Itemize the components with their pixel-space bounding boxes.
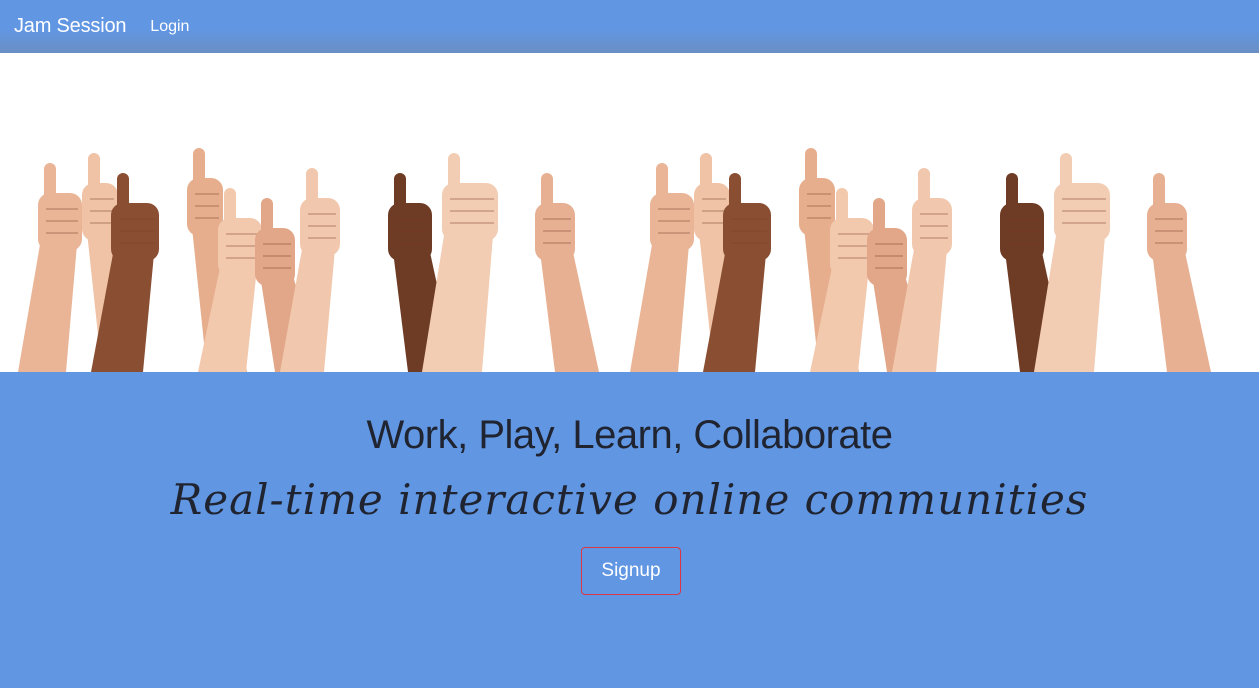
raised-hand-icon <box>535 173 599 372</box>
brand-link[interactable]: Jam Session <box>14 15 126 38</box>
nav-link-login[interactable]: Login <box>150 18 189 36</box>
signup-button[interactable]: Signup <box>581 547 681 595</box>
raised-hand-icon <box>1034 153 1110 372</box>
page-tagline: Real-time interactive online communities <box>170 475 1089 524</box>
navbar: Jam Session Login <box>0 0 1259 53</box>
page-headline: Work, Play, Learn, Collaborate <box>366 413 894 457</box>
hero-banner-image <box>0 53 1259 372</box>
raised-hand-icon <box>422 153 498 372</box>
raised-hand-icon <box>18 163 82 372</box>
raised-hand-icon <box>1147 173 1211 372</box>
thumbs-up-hands-icon <box>18 148 1211 372</box>
raised-hand-icon <box>630 163 694 372</box>
